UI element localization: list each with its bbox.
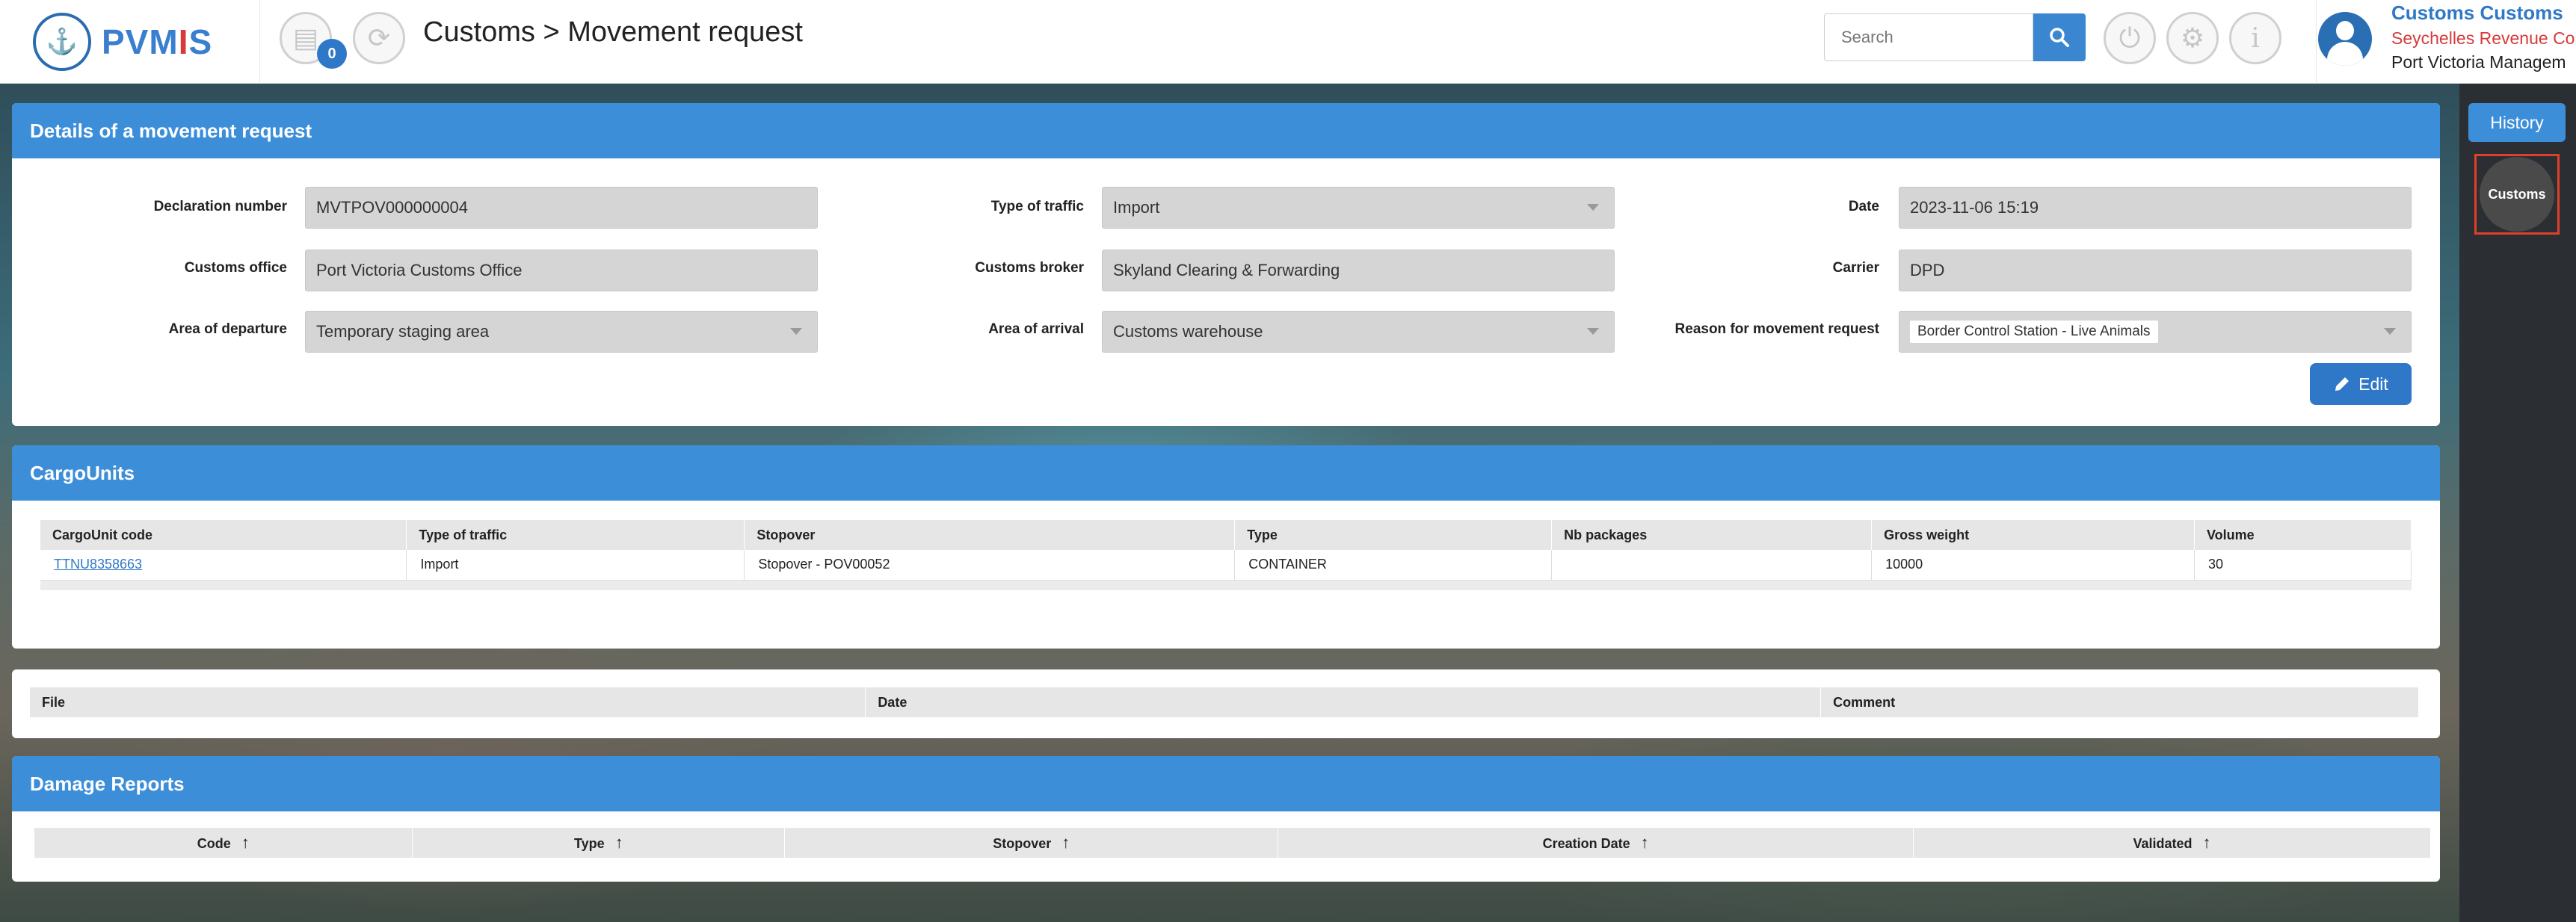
power-icon[interactable]: ⏻	[2104, 12, 2156, 64]
column-header[interactable]: File	[30, 687, 866, 717]
table-header-row: CargoUnit code Type of traffic Stopover …	[40, 520, 2412, 550]
table-cell	[1551, 550, 1873, 581]
reason-tag: Border Control Station - Live Animals	[1910, 321, 2158, 343]
declaration-number-field: MVTPOV000000004	[305, 187, 818, 229]
table-header-row: File Date Comment	[30, 687, 2419, 717]
declaration-number-label: Declaration number	[153, 199, 287, 214]
column-header-validated[interactable]: Validated ↑	[1913, 828, 2431, 858]
date-label: Date	[1848, 199, 1879, 214]
pencil-icon	[2335, 377, 2349, 391]
notification-badge: 0	[317, 39, 347, 69]
reason-select[interactable]: Border Control Station - Live Animals	[1899, 311, 2412, 353]
column-header[interactable]: CargoUnit code	[40, 520, 407, 550]
search-button[interactable]	[2033, 13, 2086, 61]
area-of-departure-select[interactable]: Temporary staging area	[305, 311, 818, 353]
table-cell: CONTAINER	[1234, 550, 1553, 581]
info-icon[interactable]: i	[2229, 12, 2281, 64]
area-of-arrival-label: Area of arrival	[988, 321, 1084, 337]
sort-arrow-up-icon: ↑	[1640, 833, 1649, 852]
table-cell: Import	[406, 550, 745, 581]
top-header: ⚓ PVMIS ▤ 0 ⟳ Customs > Movement request…	[0, 0, 2576, 84]
chevron-down-icon	[790, 328, 802, 335]
user-organization: Seychelles Revenue Co	[2391, 28, 2575, 48]
customs-broker-field: Skyland Clearing & Forwarding	[1102, 250, 1615, 291]
cargo-units-panel: CargoUnits CargoUnit code Type of traffi…	[12, 445, 2440, 649]
table-cell[interactable]: TTNU8358663	[40, 550, 407, 581]
chevron-down-icon	[2384, 328, 2396, 335]
logo-text: PVMIS	[102, 22, 213, 61]
history-button[interactable]: History	[2468, 103, 2566, 142]
search-input[interactable]	[1824, 13, 2033, 61]
column-header[interactable]: Date	[865, 687, 1822, 717]
port-emblem-icon: ⚓	[33, 13, 91, 71]
column-header-type[interactable]: Type ↑	[412, 828, 786, 858]
customs-office-label: Customs office	[184, 260, 287, 276]
type-of-traffic-label: Type of traffic	[990, 199, 1084, 214]
files-table: File Date Comment	[30, 687, 2419, 717]
cargo-units-table: CargoUnit code Type of traffic Stopover …	[40, 520, 2412, 581]
refresh-icon[interactable]: ⟳	[353, 12, 405, 64]
type-of-traffic-select[interactable]: Import	[1102, 187, 1615, 229]
logo[interactable]: ⚓ PVMIS	[0, 0, 260, 84]
user-profile[interactable]: Customs Customs Seychelles Revenue Co Po…	[2316, 0, 2576, 84]
chevron-down-icon	[1587, 328, 1599, 335]
sort-arrow-up-icon: ↑	[241, 833, 250, 852]
reason-label: Reason for movement request	[1674, 321, 1879, 337]
customs-role-selected[interactable]: Customs	[2474, 154, 2560, 235]
column-header-stopover[interactable]: Stopover ↑	[784, 828, 1279, 858]
cargo-unit-link[interactable]: TTNU8358663	[54, 557, 142, 572]
damage-reports-title: Damage Reports	[12, 756, 2440, 811]
table-cell: Stopover - POV00052	[744, 550, 1236, 581]
table-cell: 10000	[1871, 550, 2195, 581]
files-panel: File Date Comment	[12, 669, 2440, 738]
table-row[interactable]: TTNU8358663 Import Stopover - POV00052 C…	[40, 550, 2412, 581]
page-title: Customs > Movement request	[423, 16, 803, 48]
carrier-label: Carrier	[1832, 260, 1879, 276]
table-header-row: Code ↑ Type ↑ Stopover ↑ Creation Date ↑ Val…	[34, 828, 2431, 858]
avatar	[2318, 12, 2372, 66]
date-field: 2023-11-06 15:19	[1899, 187, 2412, 229]
column-header[interactable]: Volume	[2194, 520, 2412, 550]
search-icon	[2050, 28, 2069, 47]
sort-arrow-up-icon: ↑	[1061, 833, 1070, 852]
damage-reports-table: Code ↑ Type ↑ Stopover ↑ Creation Date ↑ Val…	[34, 828, 2431, 858]
chevron-down-icon	[1587, 204, 1599, 211]
damage-reports-panel: Damage Reports Code ↑ Type ↑ Stopover ↑ Cre…	[12, 756, 2440, 882]
customs-role-button[interactable]: Customs	[2480, 157, 2554, 232]
column-header[interactable]: Nb packages	[1551, 520, 1873, 550]
sort-arrow-up-icon: ↑	[614, 833, 623, 852]
column-header[interactable]: Type of traffic	[406, 520, 745, 550]
column-header[interactable]: Comment	[1820, 687, 2419, 717]
edit-button[interactable]: Edit	[2310, 363, 2412, 405]
column-header[interactable]: Gross weight	[1871, 520, 2195, 550]
cargo-units-title: CargoUnits	[12, 445, 2440, 501]
settings-icon[interactable]: ⚙	[2166, 12, 2219, 64]
sort-arrow-up-icon: ↑	[2202, 833, 2211, 852]
area-of-departure-label: Area of departure	[168, 321, 287, 337]
column-header[interactable]: Type	[1234, 520, 1553, 550]
customs-office-field: Port Victoria Customs Office	[305, 250, 818, 291]
customs-broker-label: Customs broker	[975, 260, 1084, 276]
carrier-field: DPD	[1899, 250, 2412, 291]
table-cell: 30	[2194, 550, 2412, 581]
user-unit: Port Victoria Managem	[2391, 52, 2566, 72]
user-name: Customs Customs	[2391, 1, 2563, 24]
column-header-code[interactable]: Code ↑	[34, 828, 413, 858]
column-header[interactable]: Stopover	[744, 520, 1236, 550]
area-of-arrival-select[interactable]: Customs warehouse	[1102, 311, 1615, 353]
column-header-creation-date[interactable]: Creation Date ↑	[1278, 828, 1914, 858]
details-panel-title: Details of a movement request	[12, 103, 2440, 158]
